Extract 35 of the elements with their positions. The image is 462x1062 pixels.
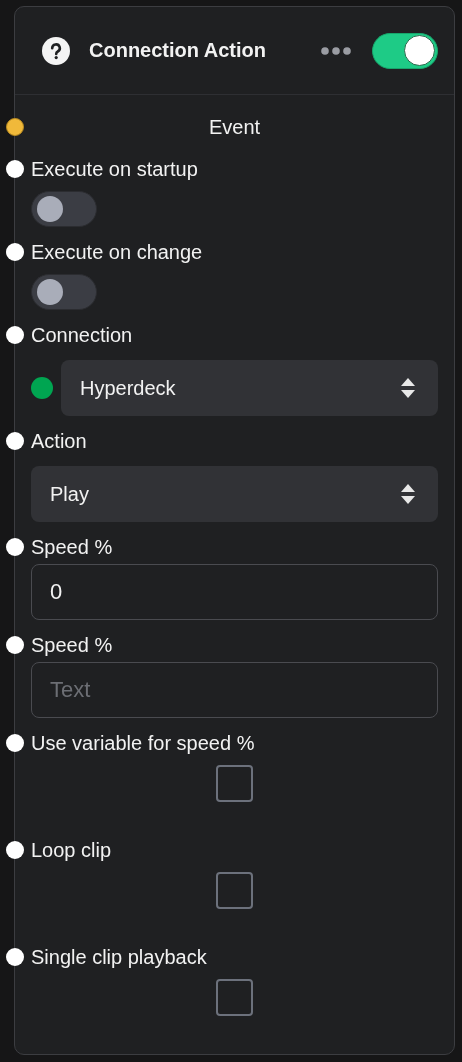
field-label: Single clip playback <box>31 946 207 968</box>
field-label: Use variable for speed % <box>31 732 255 754</box>
input-port[interactable] <box>6 432 24 450</box>
node-title: Connection Action <box>89 39 268 62</box>
select-field[interactable]: Hyperdeck <box>61 360 438 416</box>
toggle-switch[interactable] <box>31 274 97 310</box>
input-port[interactable] <box>6 734 24 752</box>
field-label: Connection <box>31 324 133 346</box>
enable-switch[interactable] <box>372 32 438 69</box>
input-field[interactable]: Text <box>31 662 438 718</box>
more-icon[interactable] <box>320 45 352 56</box>
input-port[interactable] <box>6 326 24 344</box>
input-port[interactable] <box>6 538 24 556</box>
event-port[interactable] <box>6 118 24 136</box>
field-label: Speed % <box>31 536 113 558</box>
input-port[interactable] <box>6 841 24 859</box>
updown-icon <box>400 377 416 399</box>
input-port[interactable] <box>6 948 24 966</box>
checkbox[interactable] <box>216 765 253 802</box>
field-label: Execute on startup <box>31 158 198 180</box>
input-port[interactable] <box>6 160 24 178</box>
field-label: Loop clip <box>31 839 112 861</box>
checkbox[interactable] <box>216 979 253 1016</box>
toggle-switch[interactable] <box>31 191 97 227</box>
event-label: Event <box>208 115 261 139</box>
updown-icon <box>400 483 416 505</box>
help-icon[interactable] <box>41 35 71 66</box>
input-port[interactable] <box>6 243 24 261</box>
input-port[interactable] <box>6 636 24 654</box>
field-label: Execute on change <box>31 241 203 263</box>
input-field[interactable]: 0 <box>31 564 438 620</box>
select-field[interactable]: Play <box>31 466 438 522</box>
field-label: Action <box>31 430 87 452</box>
field-label: Speed % <box>31 634 113 656</box>
checkbox[interactable] <box>216 872 253 909</box>
